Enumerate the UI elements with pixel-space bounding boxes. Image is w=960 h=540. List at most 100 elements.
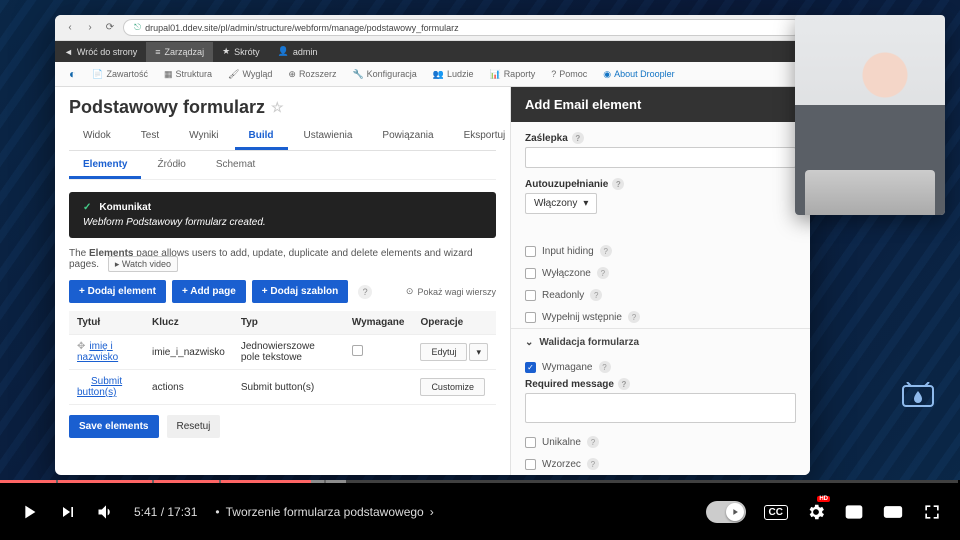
menu-help[interactable]: ? Pomoc bbox=[543, 64, 595, 84]
prepopulate-checkbox[interactable] bbox=[525, 312, 536, 323]
volume-button[interactable] bbox=[96, 502, 116, 522]
menu-config[interactable]: 🔧 Konfiguracja bbox=[344, 64, 424, 85]
help-icon[interactable]: ? bbox=[358, 285, 372, 299]
col-title: Tytuł bbox=[69, 311, 144, 335]
help-icon[interactable]: ? bbox=[590, 289, 602, 301]
secondary-tabs: Elementy Źródło Schemat bbox=[69, 153, 496, 180]
help-icon[interactable]: ? bbox=[599, 361, 611, 373]
pattern-label: Wzorzec bbox=[542, 459, 581, 470]
add-page-button[interactable]: + Add page bbox=[172, 280, 246, 303]
menu-structure[interactable]: ▦ Struktura bbox=[156, 64, 220, 85]
manage-menu[interactable]: ≡Zarządzaj bbox=[146, 42, 213, 62]
miniplayer-button[interactable] bbox=[844, 502, 864, 522]
save-elements-button[interactable]: Save elements bbox=[69, 415, 159, 438]
validation-section[interactable]: ⌄Walidacja formularza bbox=[511, 328, 810, 356]
progress-track[interactable] bbox=[0, 480, 960, 483]
pattern-checkbox[interactable] bbox=[525, 459, 536, 470]
placeholder-input[interactable] bbox=[525, 147, 796, 168]
tab-export[interactable]: Eksportuj bbox=[450, 124, 510, 150]
subtab-elements[interactable]: Elementy bbox=[69, 153, 141, 179]
url-text: drupal01.ddev.site/pl/admin/structure/we… bbox=[145, 23, 459, 33]
elements-table: Tytuł Klucz Typ Wymagane Operacje ✥imię … bbox=[69, 311, 496, 405]
autocomplete-select[interactable]: Włączony▾ bbox=[525, 193, 597, 214]
menu-appearance[interactable]: 🖌 Wygląd bbox=[220, 64, 280, 85]
help-icon[interactable]: ? bbox=[597, 267, 609, 279]
tab-test[interactable]: Test bbox=[127, 124, 173, 150]
shortcuts-label: Skróty bbox=[234, 47, 260, 57]
hamburger-icon: ≡ bbox=[155, 47, 160, 57]
menu-content[interactable]: 📄 Zawartość bbox=[84, 64, 156, 85]
help-icon[interactable]: ? bbox=[587, 436, 599, 448]
element-key: actions bbox=[144, 370, 233, 405]
next-button[interactable] bbox=[58, 502, 78, 522]
help-icon[interactable]: ? bbox=[600, 245, 612, 257]
tab-build[interactable]: Build bbox=[235, 124, 288, 150]
table-row: Submit button(s) actions Submit button(s… bbox=[69, 370, 496, 405]
droplet-tv-icon bbox=[901, 382, 935, 410]
tab-settings[interactable]: Ustawienia bbox=[290, 124, 367, 150]
watch-video-button[interactable]: ▸ Watch video bbox=[108, 256, 178, 272]
menu-about[interactable]: ◉ About Droopler bbox=[595, 64, 682, 85]
help-icon[interactable]: ? bbox=[618, 378, 630, 390]
drag-handle-icon[interactable]: ✥ bbox=[77, 341, 85, 352]
menu-reports[interactable]: 📊 Raporty bbox=[481, 64, 543, 85]
required-checkbox[interactable]: ✓ bbox=[525, 362, 536, 373]
status-body: Webform Podstawowy formularz created. bbox=[83, 217, 482, 228]
theater-button[interactable] bbox=[882, 502, 904, 522]
tab-results[interactable]: Wyniki bbox=[175, 124, 232, 150]
captions-button[interactable]: CC bbox=[764, 505, 788, 520]
element-title-link[interactable]: Submit button(s) bbox=[77, 376, 122, 398]
user-label: admin bbox=[293, 47, 318, 57]
autoplay-toggle[interactable] bbox=[706, 501, 746, 523]
required-message-input[interactable] bbox=[525, 393, 796, 423]
disabled-checkbox[interactable] bbox=[525, 268, 536, 279]
subtab-schema[interactable]: Schemat bbox=[202, 153, 269, 179]
add-element-button[interactable]: + Dodaj element bbox=[69, 280, 166, 303]
shortcuts-menu[interactable]: ★ Skróty bbox=[213, 41, 269, 62]
address-bar[interactable]: ⎋ drupal01.ddev.site/pl/admin/structure/… bbox=[123, 19, 802, 36]
menu-people[interactable]: 👥 Ludzie bbox=[425, 64, 482, 85]
unique-checkbox[interactable] bbox=[525, 437, 536, 448]
show-weights-link[interactable]: ⊙Pokaż wagi wierszy bbox=[406, 286, 496, 297]
drupal-logo-icon[interactable]: ◐ bbox=[61, 62, 84, 86]
favorite-star-icon[interactable]: ☆ bbox=[271, 99, 284, 116]
subtab-source[interactable]: Źródło bbox=[143, 153, 199, 179]
required-checkbox[interactable] bbox=[352, 345, 363, 356]
side-panel-title: Add Email element bbox=[511, 87, 810, 122]
chapter-title[interactable]: • Tworzenie formularza podstawowego › bbox=[215, 505, 433, 519]
ops-dropdown-icon[interactable]: ▾ bbox=[469, 343, 488, 361]
hd-badge: HD bbox=[817, 496, 830, 502]
nav-fwd-icon[interactable]: › bbox=[83, 22, 97, 33]
prepopulate-label: Wypełnij wstępnie bbox=[542, 312, 622, 323]
help-icon[interactable]: ? bbox=[612, 178, 624, 190]
input-hiding-checkbox[interactable] bbox=[525, 246, 536, 257]
back-to-site-label: Wróć do strony bbox=[77, 47, 137, 57]
play-button[interactable] bbox=[18, 501, 40, 523]
settings-button[interactable]: HD bbox=[806, 502, 826, 522]
admin-menubar: ◐ 📄 Zawartość ▦ Struktura 🖌 Wygląd ⊕ Roz… bbox=[55, 62, 810, 87]
reset-button[interactable]: Resetuj bbox=[167, 415, 221, 438]
input-hiding-label: Input hiding bbox=[542, 246, 594, 257]
star-icon: ★ bbox=[222, 46, 230, 57]
primary-tabs: Widok Test Wyniki Build Ustawienia Powią… bbox=[69, 124, 496, 151]
user-menu[interactable]: 👤admin bbox=[269, 41, 327, 62]
tab-references[interactable]: Powiązania bbox=[368, 124, 447, 150]
tab-view[interactable]: Widok bbox=[69, 124, 125, 150]
side-panel: Add Email element Zaślepka? Autouzupełni… bbox=[510, 87, 810, 475]
add-template-button[interactable]: + Dodaj szablon bbox=[252, 280, 348, 303]
help-icon[interactable]: ? bbox=[587, 458, 599, 470]
help-icon[interactable]: ? bbox=[628, 311, 640, 323]
nav-reload-icon[interactable]: ⟳ bbox=[103, 22, 117, 33]
help-icon[interactable]: ? bbox=[572, 132, 584, 144]
fullscreen-button[interactable] bbox=[922, 502, 942, 522]
back-to-site[interactable]: ◄Wróć do strony bbox=[55, 42, 146, 62]
edit-button[interactable]: Edytuj bbox=[420, 343, 467, 361]
menu-extend[interactable]: ⊕ Rozszerz bbox=[280, 64, 344, 85]
lock-icon: ⎋ bbox=[134, 22, 141, 33]
autocomplete-label: Autouzupełnianie? bbox=[525, 178, 796, 190]
nav-back-icon[interactable]: ‹ bbox=[63, 22, 77, 33]
customize-button[interactable]: Customize bbox=[420, 378, 485, 396]
page-title: Podstawowy formularz ☆ bbox=[69, 97, 496, 118]
readonly-checkbox[interactable] bbox=[525, 290, 536, 301]
col-required: Wymagane bbox=[344, 311, 413, 335]
